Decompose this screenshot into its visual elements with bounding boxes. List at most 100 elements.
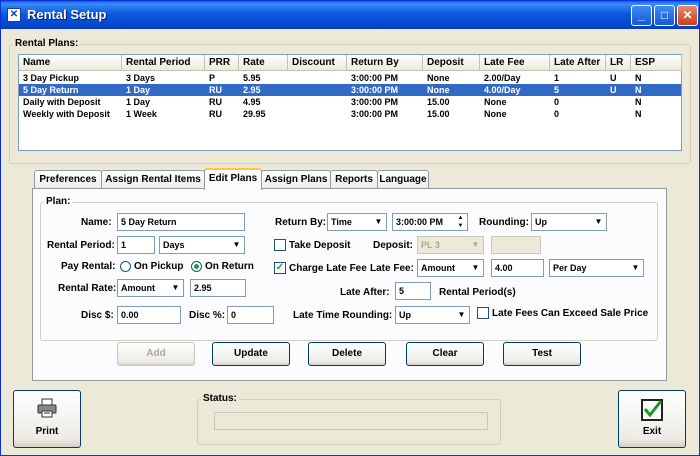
late-fee-label: Late Fee: xyxy=(370,263,414,274)
rental-setup-window: ✕ Rental Setup _ □ ✕ Rental Plans: Name R… xyxy=(0,0,700,456)
test-button[interactable]: Test xyxy=(503,342,581,366)
exit-button[interactable]: Exit xyxy=(618,390,686,448)
plan-cell: RU xyxy=(209,109,222,119)
plan-cell: 5 Day Return xyxy=(23,85,79,95)
plan-cell: 4.95 xyxy=(243,97,261,107)
rental-plans-list[interactable]: Name Rental Period PRR Rate Discount Return B… xyxy=(18,54,682,151)
late-fees-exceed-checkbox[interactable] xyxy=(477,307,489,319)
dropdown-arrow-icon: ▼ xyxy=(168,280,183,296)
deposit-label: Deposit: xyxy=(373,240,413,251)
update-button[interactable]: Update xyxy=(212,342,290,366)
plan-cell: 4.00/Day xyxy=(484,85,521,95)
column-header[interactable]: Late After xyxy=(550,55,606,71)
maximize-button[interactable]: □ xyxy=(654,5,675,26)
disc-pct-input[interactable]: 0 xyxy=(227,306,274,324)
pay-rental-label: Pay Rental: xyxy=(61,261,116,272)
return-by-type-select[interactable]: Time ▼ xyxy=(327,213,387,231)
take-deposit-checkbox[interactable] xyxy=(274,239,286,251)
name-label: Name: xyxy=(81,217,112,228)
column-header[interactable]: Name xyxy=(19,55,122,71)
print-button[interactable]: Print xyxy=(13,390,81,448)
delete-button[interactable]: Delete xyxy=(308,342,386,366)
tab-assign-rental-items[interactable]: Assign Rental Items xyxy=(101,170,205,189)
window-title: Rental Setup xyxy=(27,7,107,22)
late-fee-period-select[interactable]: Per Day ▼ xyxy=(549,259,644,277)
time-spinner-icon[interactable]: ▲ ▼ xyxy=(454,214,467,230)
on-pickup-radio[interactable] xyxy=(120,261,131,272)
tab-preferences[interactable]: Preferences xyxy=(34,170,102,189)
column-header[interactable]: Deposit xyxy=(423,55,480,71)
deposit-amount-input[interactable] xyxy=(491,236,541,254)
late-time-rounding-select[interactable]: Up ▼ xyxy=(395,306,470,324)
minimize-button[interactable]: _ xyxy=(631,5,652,26)
disc-amount-input[interactable]: 0.00 xyxy=(117,306,181,324)
tab-reports[interactable]: Reports xyxy=(330,170,378,189)
late-time-rounding-value: Up xyxy=(399,310,411,320)
late-fee-period-value: Per Day xyxy=(553,263,587,273)
tab-edit-plans[interactable]: Edit Plans xyxy=(204,168,262,190)
dropdown-arrow-icon: ▼ xyxy=(468,260,483,276)
title-bar[interactable]: ✕ Rental Setup _ □ ✕ xyxy=(1,1,699,29)
deposit-value: PL 3 xyxy=(421,240,440,250)
plan-cell: U xyxy=(610,85,617,95)
plan-cell: Daily with Deposit xyxy=(23,97,101,107)
on-pickup-label: On Pickup xyxy=(134,261,184,272)
plan-cell: N xyxy=(635,97,642,107)
rental-rate-label: Rental Rate: xyxy=(58,283,117,294)
plan-cell: N xyxy=(635,85,642,95)
exit-label: Exit xyxy=(642,426,662,437)
plan-cell: 1 xyxy=(554,73,560,83)
app-icon: ✕ xyxy=(7,8,21,22)
rental-plans-header: Name Rental Period PRR Rate Discount Return B… xyxy=(19,55,682,71)
late-after-label: Late After: xyxy=(340,287,390,298)
column-header[interactable]: LR xyxy=(606,55,631,71)
plan-cell: 3:00:00 PM xyxy=(351,73,399,83)
plan-cell: 0 xyxy=(554,97,560,107)
column-header[interactable]: ESP xyxy=(631,55,682,71)
tab-assign-plans[interactable]: Assign Plans xyxy=(261,170,331,189)
column-header[interactable]: Discount xyxy=(288,55,347,71)
plan-cell: 5.95 xyxy=(243,73,261,83)
take-deposit-label: Take Deposit xyxy=(289,240,351,251)
column-header[interactable]: Late Fee xyxy=(480,55,550,71)
plan-cell: 1 Week xyxy=(126,109,157,119)
plan-row[interactable]: Daily with Deposit 1 Day RU 4.95 3:00:00 PM 1… xyxy=(19,96,681,108)
dropdown-arrow-icon: ▼ xyxy=(591,214,606,230)
dropdown-arrow-icon: ▼ xyxy=(468,237,483,253)
plan-cell: 1 Day xyxy=(126,85,151,95)
plan-cell: 2.95 xyxy=(243,85,261,95)
rental-period-unit-select[interactable]: Days ▼ xyxy=(159,236,245,254)
close-button[interactable]: ✕ xyxy=(677,5,698,26)
plan-cell: 29.95 xyxy=(243,109,266,119)
on-return-radio[interactable] xyxy=(191,261,202,272)
late-fees-exceed-label: Late Fees Can Exceed Sale Price xyxy=(492,308,649,319)
late-fee-input[interactable]: 4.00 xyxy=(491,259,544,277)
rounding-select[interactable]: Up ▼ xyxy=(531,213,607,231)
column-header[interactable]: Rental Period xyxy=(122,55,205,71)
column-header[interactable]: Rate xyxy=(239,55,288,71)
column-header[interactable]: PRR xyxy=(205,55,239,71)
clear-button[interactable]: Clear xyxy=(406,342,484,366)
plan-row[interactable]: Weekly with Deposit 1 Week RU 29.95 3:00:00 … xyxy=(19,108,681,120)
add-button[interactable]: Add xyxy=(117,342,195,366)
charge-late-fee-checkbox[interactable]: ✓ xyxy=(274,262,286,274)
rental-rate-input[interactable]: 2.95 xyxy=(190,279,246,297)
dropdown-arrow-icon: ▼ xyxy=(628,260,643,276)
late-after-input[interactable]: 5 xyxy=(395,282,431,300)
rental-rate-type-select[interactable]: Amount ▼ xyxy=(117,279,184,297)
plan-cell: 3 Days xyxy=(126,73,156,83)
tab-language[interactable]: Language xyxy=(377,170,429,189)
late-fee-type-select[interactable]: Amount ▼ xyxy=(417,259,484,277)
late-time-rounding-label: Late Time Rounding: xyxy=(293,310,393,321)
plan-cell: P xyxy=(209,73,216,83)
plan-row[interactable]: 5 Day Return 1 Day RU 2.95 3:00:00 PM None 4.0… xyxy=(19,84,681,96)
deposit-select[interactable]: PL 3 ▼ xyxy=(417,236,484,254)
charge-late-fee-label: Charge Late Fee xyxy=(289,263,367,274)
return-by-type-value: Time xyxy=(331,217,352,227)
rental-period-label: Rental Period: xyxy=(47,240,115,251)
return-by-time-input[interactable]: 3:00:00 PM ▲ ▼ xyxy=(392,213,468,231)
rental-period-input[interactable]: 1 xyxy=(117,236,155,254)
column-header[interactable]: Return By xyxy=(347,55,423,71)
plan-row[interactable]: 3 Day Pickup 3 Days P 5.95 3:00:00 PM None 2.0… xyxy=(19,72,681,84)
plan-name-input[interactable]: 5 Day Return xyxy=(117,213,245,231)
